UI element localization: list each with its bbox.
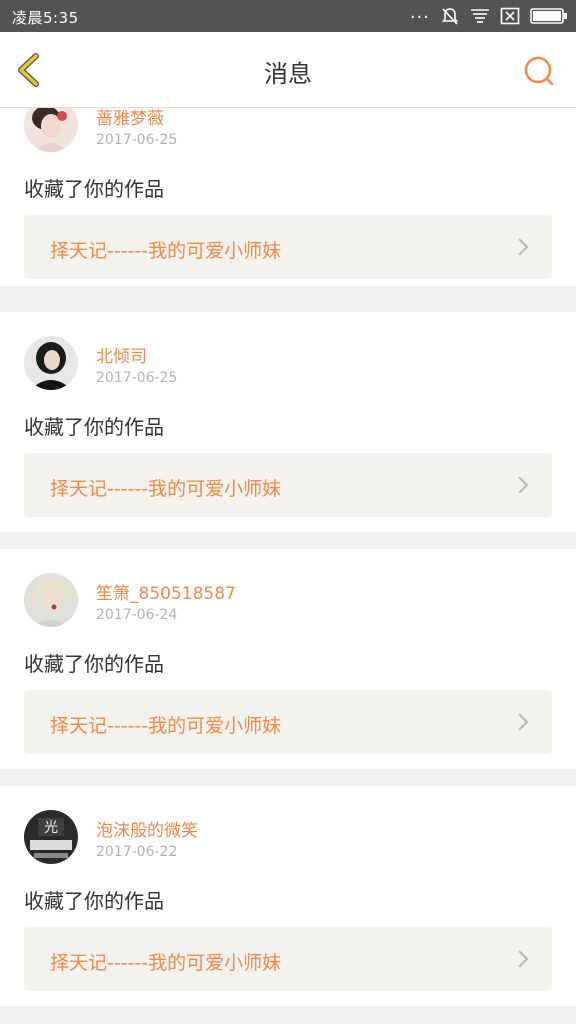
status-bar: 凌晨5:35 ... <box>0 0 576 32</box>
action-text: 收藏了你的作品 <box>24 652 164 676</box>
message-card: 笙箫_850518587 2017-06-24 收藏了你的作品 择天记-----… <box>0 549 576 769</box>
more-dots: ... <box>409 2 430 23</box>
work-link[interactable]: 择天记------我的可爱小师妹 <box>24 453 552 517</box>
battery-icon <box>530 8 567 24</box>
header: 消息 <box>0 32 576 108</box>
chevron-right-icon <box>518 238 529 256</box>
username[interactable]: 笙箫_850518587 <box>96 579 236 604</box>
message-card: 北倾司 2017-06-25 收藏了你的作品 择天记------我的可爱小师妹 <box>0 312 576 532</box>
search-icon <box>524 56 554 86</box>
message-card: 蔷雅梦薇 2017-06-25 收藏了你的作品 择天记------我的可爱小师妹 <box>0 108 576 286</box>
message-date: 2017-06-25 <box>96 132 178 148</box>
work-title: 择天记------我的可爱小师妹 <box>50 240 282 262</box>
username[interactable]: 北倾司 <box>96 342 147 367</box>
action-text: 收藏了你的作品 <box>24 177 164 201</box>
message-date: 2017-06-24 <box>96 607 178 623</box>
message-date: 2017-06-25 <box>96 370 178 386</box>
avatar[interactable] <box>24 108 78 152</box>
message-date: 2017-06-22 <box>96 844 178 860</box>
work-title: 择天记------我的可爱小师妹 <box>50 952 282 974</box>
page-title: 消息 <box>264 60 312 88</box>
notification-lines-icon <box>471 9 489 23</box>
avatar[interactable] <box>24 573 78 627</box>
username[interactable]: 泡沫般的微笑 <box>96 816 198 841</box>
chevron-right-icon <box>518 950 529 968</box>
action-text: 收藏了你的作品 <box>24 889 164 913</box>
bell-off-icon <box>441 8 459 25</box>
status-icons: ... <box>409 2 568 27</box>
work-link[interactable]: 择天记------我的可爱小师妹 <box>24 690 552 754</box>
message-list[interactable]: 蔷雅梦薇 2017-06-25 收藏了你的作品 择天记------我的可爱小师妹… <box>0 108 576 1024</box>
search-button[interactable] <box>522 54 556 88</box>
message-card: 光 泡沫般的微笑 2017-06-22 收藏了你的作品 择天记------我的可… <box>0 786 576 1006</box>
sim-card-icon <box>500 7 520 25</box>
work-link[interactable]: 择天记------我的可爱小师妹 <box>24 927 552 991</box>
avatar[interactable]: 光 <box>24 810 78 864</box>
status-time: 凌晨5:35 <box>12 9 79 27</box>
work-title: 择天记------我的可爱小师妹 <box>50 478 282 500</box>
work-link[interactable]: 择天记------我的可爱小师妹 <box>24 215 552 279</box>
avatar[interactable] <box>24 336 78 390</box>
chevron-right-icon <box>518 476 529 494</box>
chevron-right-icon <box>518 713 529 731</box>
username[interactable]: 蔷雅梦薇 <box>96 108 164 129</box>
work-title: 择天记------我的可爱小师妹 <box>50 715 282 737</box>
action-text: 收藏了你的作品 <box>24 415 164 439</box>
svg-text:光: 光 <box>44 820 58 836</box>
